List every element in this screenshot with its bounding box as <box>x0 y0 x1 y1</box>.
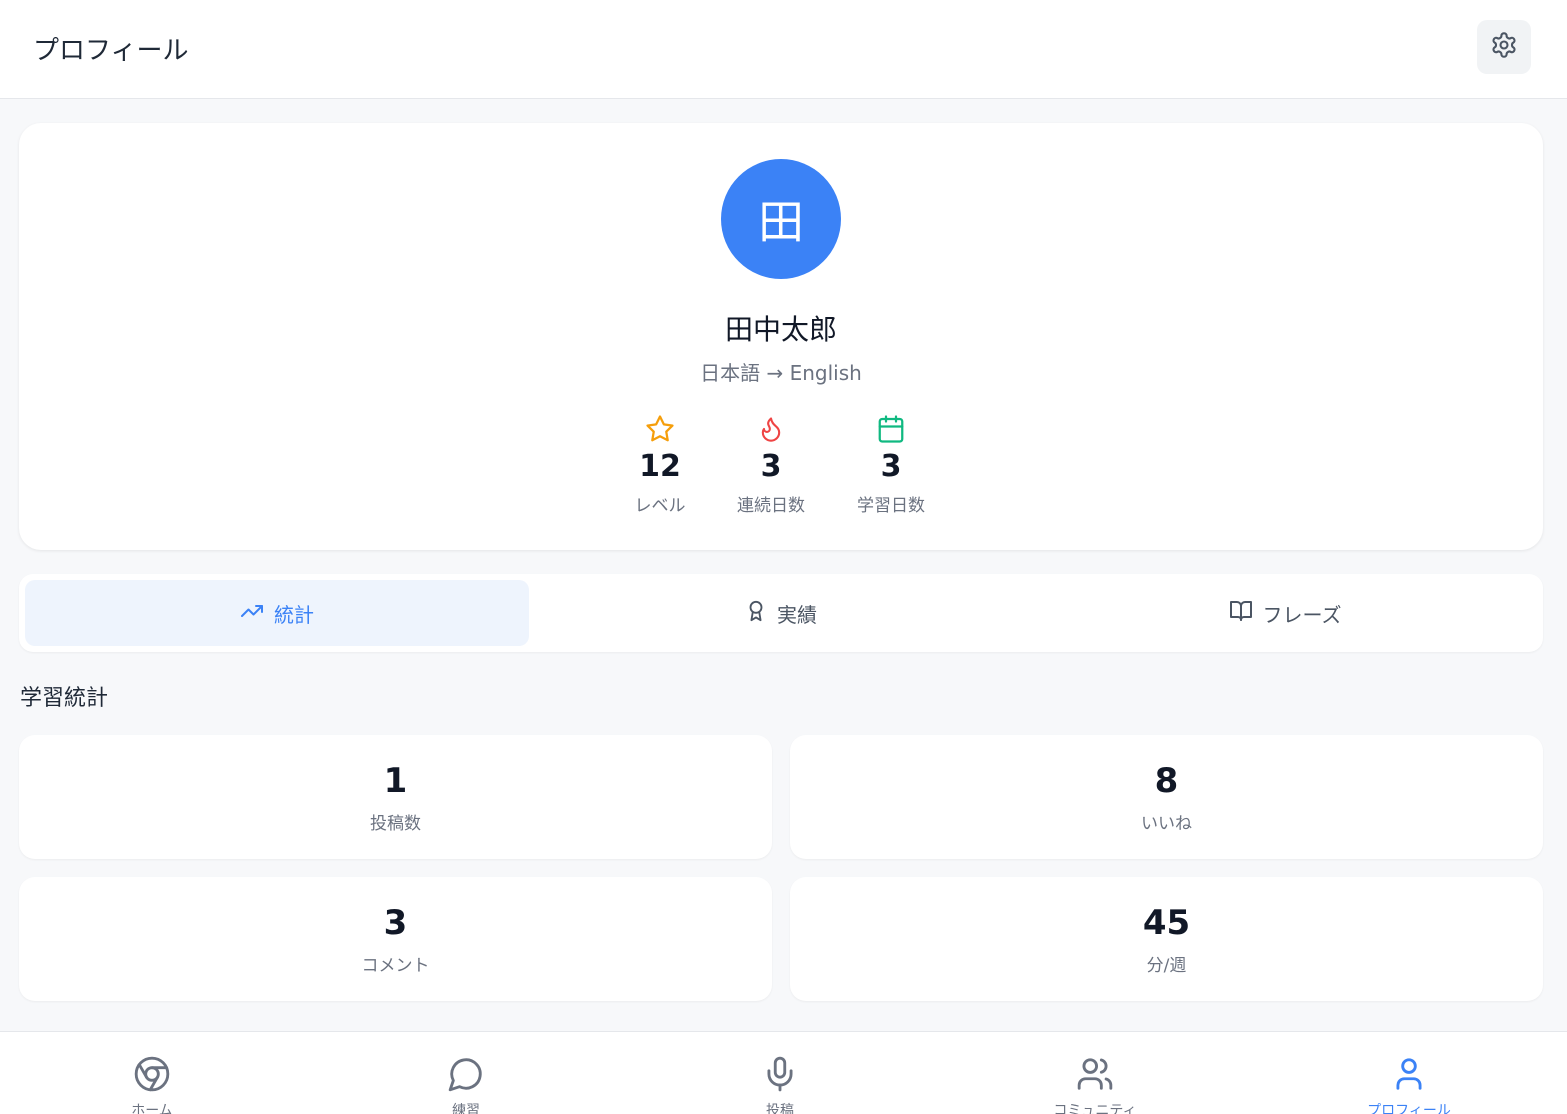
streak-value: 3 <box>760 449 782 484</box>
stat-card-posts: 1 投稿数 <box>19 735 772 859</box>
calendar-icon <box>841 413 941 445</box>
settings-button[interactable] <box>1477 20 1531 74</box>
tab-stats[interactable]: 統計 <box>25 580 529 646</box>
trending-up-icon <box>240 599 264 628</box>
stat-study-days: 3 学習日数 <box>841 413 941 516</box>
posts-label: 投稿数 <box>370 814 421 834</box>
tab-achievements-label: 実績 <box>777 602 817 627</box>
nav-item-profile[interactable]: プロフィール <box>1349 1054 1469 1114</box>
study-days-label: 学習日数 <box>857 496 925 516</box>
nav-item-post[interactable]: 投稿 <box>720 1054 840 1114</box>
comments-value: 3 <box>383 903 408 943</box>
profile-tabs: 統計 実績 フレーズ <box>19 574 1543 652</box>
tab-stats-label: 統計 <box>274 602 314 627</box>
stat-card-minutes: 45 分/週 <box>790 877 1543 1001</box>
section-title: 学習統計 <box>20 686 109 711</box>
nav-item-community[interactable]: コミュニティ <box>1035 1054 1155 1114</box>
nav-post-label: 投稿 <box>766 1103 794 1114</box>
avatar: 田 <box>721 159 841 279</box>
minutes-label: 分/週 <box>1146 956 1187 976</box>
bottom-nav: ホーム 練習 投稿 コミュニティ プロフィール <box>0 1031 1567 1114</box>
language-pair: 日本語 → English <box>700 361 862 385</box>
tab-phrases-label: フレーズ <box>1262 602 1342 627</box>
award-icon <box>745 600 767 627</box>
study-days-value: 3 <box>880 449 902 484</box>
chrome-icon <box>92 1054 212 1094</box>
nav-practice-label: 練習 <box>452 1103 480 1114</box>
gear-icon <box>1490 31 1518 63</box>
message-circle-icon <box>406 1054 526 1094</box>
stat-card-likes: 8 いいね <box>790 735 1543 859</box>
page-title: プロフィール <box>33 36 189 66</box>
mic-icon <box>720 1054 840 1094</box>
minutes-value: 45 <box>1142 903 1191 943</box>
level-label: レベル <box>634 496 686 516</box>
streak-label: 連続日数 <box>737 496 805 516</box>
book-open-icon <box>1229 599 1253 628</box>
profile-card: 田 田中太郎 日本語 → English 12 レベル 3 連続日数 3 学習日… <box>19 123 1543 550</box>
flame-icon <box>721 413 821 445</box>
app-header: プロフィール <box>0 0 1567 99</box>
likes-value: 8 <box>1154 761 1179 801</box>
star-icon <box>610 413 710 445</box>
tab-achievements[interactable]: 実績 <box>529 580 1033 646</box>
nav-item-practice[interactable]: 練習 <box>406 1054 526 1114</box>
nav-profile-label: プロフィール <box>1367 1103 1451 1114</box>
stat-card-comments: 3 コメント <box>19 877 772 1001</box>
comments-label: コメント <box>361 956 430 976</box>
nav-item-home[interactable]: ホーム <box>92 1054 212 1114</box>
user-icon <box>1349 1054 1469 1094</box>
level-value: 12 <box>639 449 681 484</box>
stat-level: 12 レベル <box>610 413 710 516</box>
tab-phrases[interactable]: フレーズ <box>1033 580 1537 646</box>
users-icon <box>1035 1054 1155 1094</box>
likes-label: いいね <box>1141 814 1192 834</box>
nav-community-label: コミュニティ <box>1053 1103 1137 1114</box>
stat-streak: 3 連続日数 <box>721 413 821 516</box>
user-name: 田中太郎 <box>724 313 837 346</box>
posts-value: 1 <box>383 761 408 801</box>
nav-home-label: ホーム <box>131 1103 173 1114</box>
